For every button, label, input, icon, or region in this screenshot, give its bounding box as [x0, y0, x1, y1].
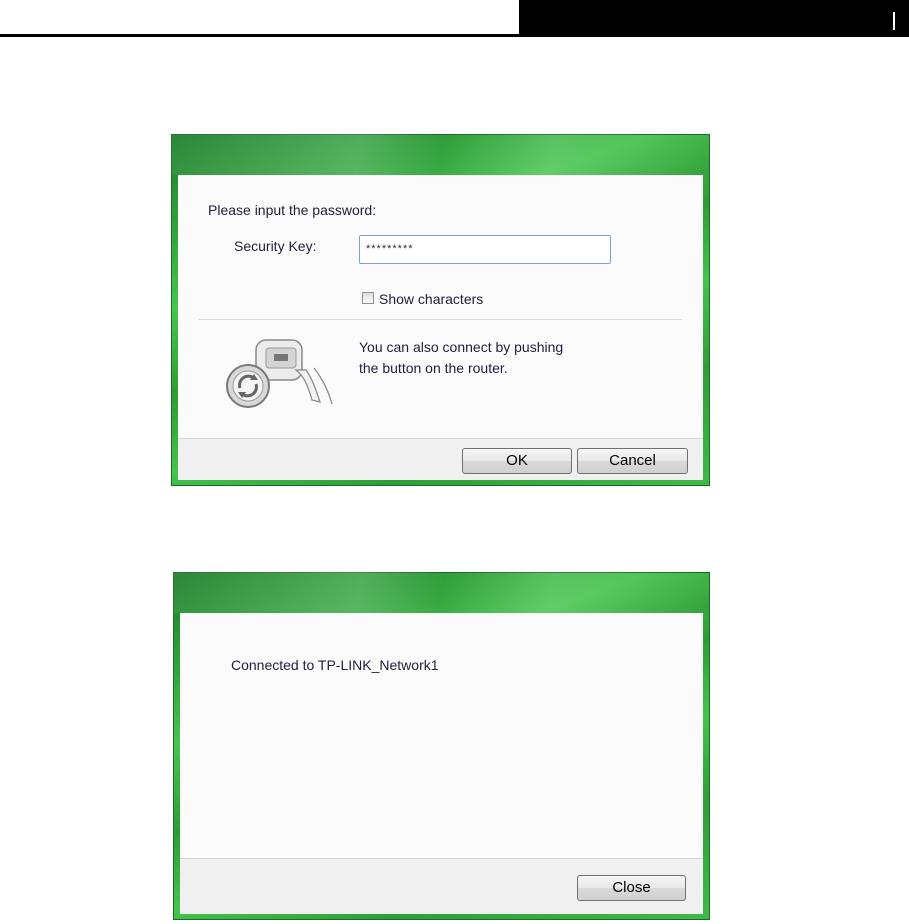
password-dialog-content: Please input the password: Security Key:… — [178, 175, 703, 438]
password-dialog-titlebar — [171, 134, 710, 175]
close-button[interactable]: Close — [577, 875, 686, 901]
connected-dialog-titlebar — [173, 572, 710, 613]
cancel-button[interactable]: Cancel — [577, 448, 688, 474]
wps-hint-line-1: You can also connect by pushing — [359, 339, 564, 355]
password-dialog: Please input the password: Security Key:… — [171, 134, 710, 486]
wps-router-push-icon — [226, 339, 333, 408]
password-prompt: Please input the password: — [208, 202, 377, 218]
security-key-label: Security Key: — [234, 238, 317, 254]
password-dialog-footer: OK Cancel — [178, 438, 703, 480]
ok-button[interactable]: OK — [462, 448, 572, 474]
security-key-input[interactable]: ********* — [359, 235, 611, 264]
header-tick — [893, 12, 895, 30]
connected-message: Connected to TP-LINK_Network1 — [231, 657, 439, 673]
show-characters-label[interactable]: Show characters — [379, 291, 483, 307]
show-characters-checkbox[interactable] — [362, 292, 374, 304]
header-bar — [519, 0, 909, 37]
connected-dialog-footer: Close — [180, 858, 703, 914]
separator — [199, 319, 682, 320]
connected-dialog-content: Connected to TP-LINK_Network1 — [180, 613, 703, 858]
header-rule — [0, 34, 520, 37]
wps-hint-line-2: the button on the router. — [359, 360, 508, 376]
connected-dialog: Connected to TP-LINK_Network1 Close — [173, 572, 710, 920]
